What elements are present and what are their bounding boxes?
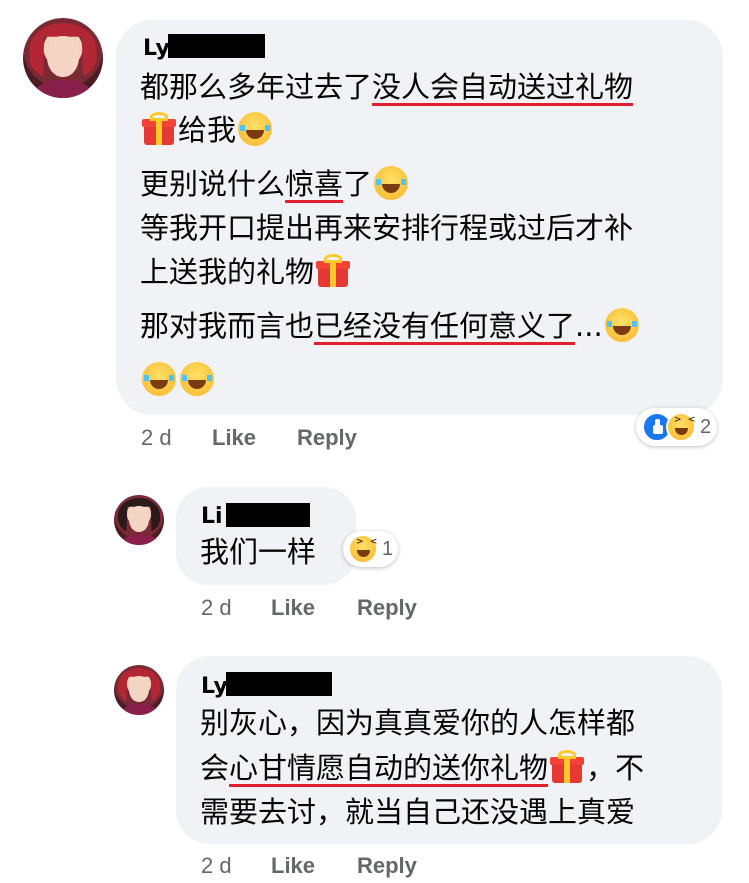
tears-of-joy-emoji-icon <box>238 112 273 146</box>
gift-emoji-icon <box>142 112 176 146</box>
comment-text-line: 会心甘情愿自动的送你礼物 ，不 <box>200 750 645 785</box>
tears-of-joy-emoji-icon <box>180 362 214 396</box>
avatar-li[interactable] <box>114 495 164 545</box>
comment-author[interactable]: Ly <box>143 36 170 61</box>
redacted-name-block <box>168 34 265 58</box>
comment-author[interactable]: Ly <box>201 674 228 699</box>
comment-text-line: 都那么多年过去了没人会自动送过礼物 <box>140 70 634 104</box>
reply-button[interactable]: Reply <box>357 853 417 879</box>
reply-button[interactable]: Reply <box>297 425 357 451</box>
comment-text-line: 需要去讨，就当自己还没遇上真爱 <box>200 795 636 829</box>
comment-text-line: 给我 <box>140 110 274 150</box>
reply-button[interactable]: Reply <box>357 595 417 621</box>
reaction-count: 1 <box>382 537 394 560</box>
like-button[interactable]: Like <box>271 595 315 621</box>
like-button[interactable]: Like <box>212 425 256 451</box>
comment-text-line: 别灰心，因为真真爱你的人怎样都 <box>200 706 636 740</box>
haha-reaction-icon <box>666 412 696 442</box>
reaction-summary[interactable]: 1 <box>343 531 399 567</box>
avatar-ly[interactable] <box>23 18 103 98</box>
reaction-summary[interactable]: 2 <box>636 408 718 446</box>
comment-text-line: 上送我的礼物 <box>140 252 352 292</box>
comment-text-line: 那对我而言也已经没有任何意义了... <box>140 306 641 346</box>
gift-emoji-icon <box>316 254 351 288</box>
comment-timestamp[interactable]: 2 d <box>201 853 232 879</box>
like-button[interactable]: Like <box>271 853 315 879</box>
redacted-name-block <box>226 503 310 527</box>
gift-emoji-icon <box>550 750 585 784</box>
comment-text-line: 等我开口提出再来安排行程或过后才补 <box>140 211 634 245</box>
avatar-ly[interactable] <box>114 665 164 715</box>
comment-author[interactable]: Li <box>201 504 223 529</box>
comment-text-line: 更别说什么惊喜了 <box>140 164 410 204</box>
tears-of-joy-emoji-icon <box>604 308 639 342</box>
reaction-count: 2 <box>700 415 712 438</box>
tears-of-joy-emoji-icon <box>374 166 409 200</box>
tears-of-joy-emoji-icon <box>142 362 176 396</box>
redacted-name-block <box>226 672 332 696</box>
comment-emoji-line <box>140 360 216 400</box>
comment-timestamp[interactable]: 2 d <box>141 425 172 451</box>
comment-timestamp[interactable]: 2 d <box>201 595 232 621</box>
comment-text-line: 我们一样 <box>200 535 317 569</box>
haha-reaction-icon <box>348 534 378 564</box>
